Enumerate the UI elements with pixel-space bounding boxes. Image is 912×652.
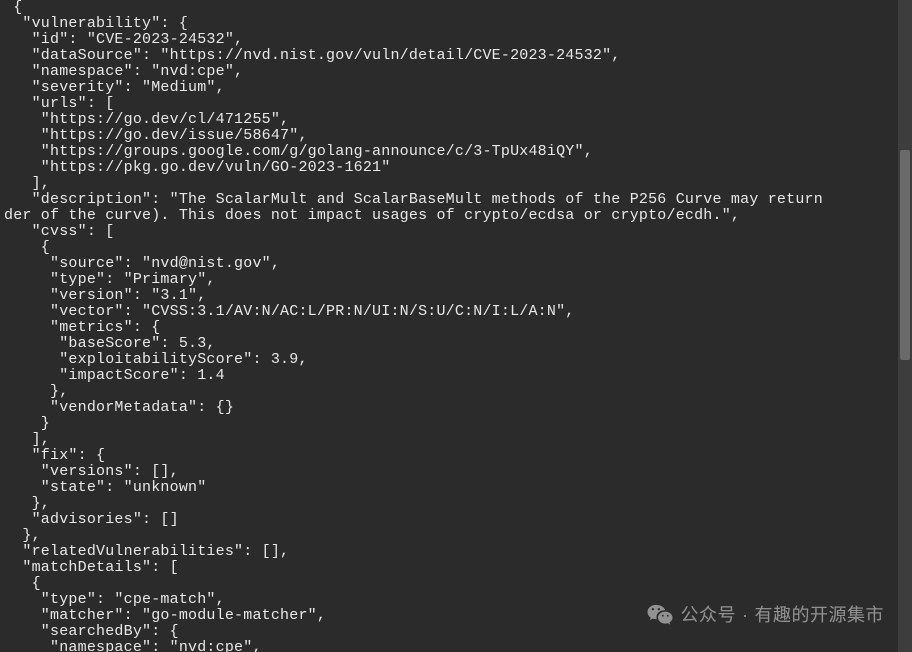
terminal-json-output[interactable]: { "vulnerability": { "id": "CVE-2023-245… bbox=[0, 0, 912, 652]
vertical-scrollbar-thumb[interactable] bbox=[900, 150, 910, 360]
wechat-watermark: 公众号 · 有趣的开源集市 bbox=[647, 602, 885, 628]
watermark-name: 有趣的开源集市 bbox=[755, 607, 885, 623]
watermark-separator: · bbox=[742, 607, 749, 623]
wechat-icon bbox=[647, 602, 673, 628]
watermark-prefix: 公众号 bbox=[681, 607, 737, 623]
vertical-scrollbar-track[interactable] bbox=[898, 0, 912, 652]
